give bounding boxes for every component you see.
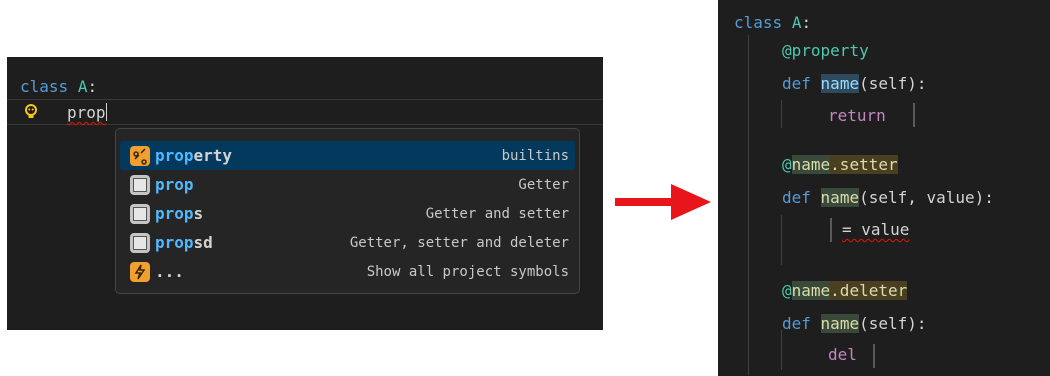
code-line-class: class A: — [734, 13, 812, 32]
property-icon — [130, 145, 150, 166]
decorator-property: @property — [782, 41, 869, 60]
suggestion-label: prop — [155, 175, 194, 194]
suggestion-widget: property builtins prop Getter props Gett… — [115, 128, 580, 294]
suggestion-label: propsd — [155, 233, 213, 252]
right-arrow-icon — [615, 184, 711, 220]
suggestion-label: ... — [155, 262, 184, 281]
suggestion-item-props[interactable]: props Getter and setter — [120, 199, 575, 228]
indent-guide — [781, 330, 782, 370]
snippet-placeholder — [830, 218, 832, 242]
indent-guide — [781, 215, 782, 265]
right-editor[interactable]: class A: @property def name(self): retur… — [718, 0, 1050, 376]
snippet-icon — [130, 232, 150, 253]
indent-guide — [748, 35, 749, 375]
decorator-setter: @name.setter — [782, 155, 898, 174]
suggestion-label: props — [155, 204, 204, 223]
snippet-icon — [130, 203, 150, 224]
suggestion-detail: Getter — [518, 176, 569, 193]
lightbulb-icon[interactable] — [24, 104, 38, 120]
code-line-del: del — [828, 345, 857, 364]
code-line-typed[interactable]: prop — [67, 103, 107, 123]
code-line-setter-body: = value — [842, 220, 910, 239]
indent-guide — [781, 100, 782, 128]
suggestion-item-property[interactable]: property builtins — [120, 141, 575, 170]
suggestion-detail: builtins — [501, 147, 569, 164]
suggestion-detail: Getter, setter and deleter — [349, 234, 569, 251]
suggestion-item-prop[interactable]: prop Getter — [120, 170, 575, 199]
class-colon: : — [87, 77, 98, 96]
text-caret — [105, 103, 107, 121]
class-keyword: class — [20, 77, 69, 96]
snippet-placeholder — [913, 103, 915, 127]
suggestion-detail: Getter and setter — [425, 205, 569, 222]
code-line-return: return — [828, 106, 886, 125]
snippet-icon — [130, 174, 150, 195]
suggestion-label: property — [155, 146, 233, 165]
code-line-def-getter: def name(self): — [782, 74, 927, 93]
suggestion-item-propsd[interactable]: propsd Getter, setter and deleter — [120, 228, 575, 257]
code-line-class: class A: — [20, 77, 97, 97]
class-name: A — [77, 77, 88, 96]
lightning-icon — [130, 261, 150, 282]
suggestion-item-show-all[interactable]: ... Show all project symbols — [120, 257, 575, 286]
code-line-def-deleter: def name(self): — [782, 314, 927, 333]
code-line-def-setter: def name(self, value): — [782, 188, 994, 207]
decorator-deleter: @name.deleter — [782, 281, 908, 300]
typed-text: prop — [67, 103, 106, 122]
suggestion-detail: Show all project symbols — [366, 263, 569, 280]
snippet-placeholder — [873, 344, 875, 368]
